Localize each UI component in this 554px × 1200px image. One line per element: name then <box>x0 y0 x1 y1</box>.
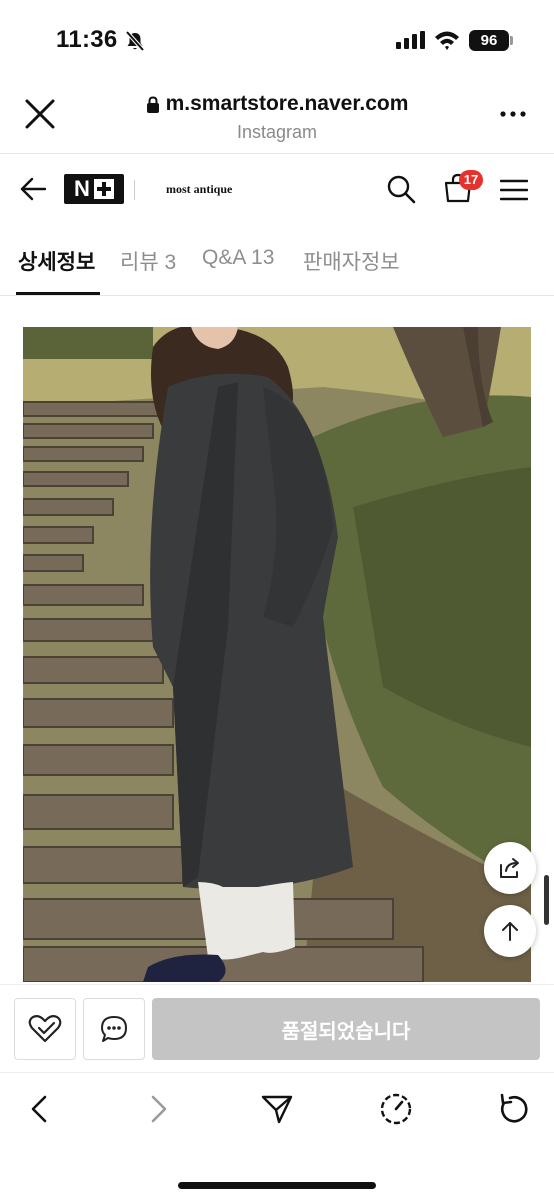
purchase-bar: 품절되었습니다 <box>0 984 554 1072</box>
tab-reviews[interactable]: 리뷰 3 <box>120 246 176 276</box>
header-divider <box>134 180 135 200</box>
product-photo-illustration <box>23 327 531 982</box>
cart-count-badge: 17 <box>459 170 483 190</box>
share-button[interactable] <box>484 842 536 894</box>
hamburger-menu-icon[interactable] <box>500 178 528 202</box>
product-photo <box>23 327 531 982</box>
store-name[interactable]: most antique <box>166 182 232 197</box>
status-time: 11:36 <box>56 26 118 53</box>
send-icon[interactable] <box>259 1091 295 1127</box>
product-tab-bar: 상세정보 리뷰 3 Q&A 13 판매자정보 <box>0 224 554 296</box>
share-icon <box>500 858 519 878</box>
naver-logo-letter: N <box>74 176 90 201</box>
tab-qna[interactable]: Q&A 13 <box>202 246 274 270</box>
battery-tip <box>510 36 513 45</box>
browser-bar: m.smartstore.naver.com Instagram <box>0 80 554 154</box>
plus-icon <box>93 179 114 199</box>
browser-back-icon[interactable] <box>22 1091 58 1127</box>
chat-bubble-icon <box>101 1016 127 1042</box>
talk-talk-button[interactable] <box>83 998 145 1060</box>
battery-indicator: 96 <box>469 30 509 51</box>
browser-forward-icon[interactable] <box>140 1091 176 1127</box>
back-arrow-icon[interactable] <box>18 174 48 204</box>
wishlist-button[interactable] <box>14 998 76 1060</box>
wifi-icon <box>435 31 459 50</box>
tab-seller-info[interactable]: 판매자정보 <box>303 246 400 276</box>
arrow-up-icon <box>502 922 518 941</box>
source-app-label: Instagram <box>236 121 318 142</box>
scrollbar[interactable] <box>544 875 549 925</box>
reload-icon[interactable] <box>496 1091 532 1127</box>
more-options-icon[interactable] <box>498 104 528 124</box>
url-text: m.smartstore.naver.com <box>165 92 409 115</box>
heart-check-icon <box>28 1015 62 1043</box>
active-tab-indicator <box>16 292 100 295</box>
browser-toolbar <box>0 1072 554 1200</box>
home-indicator[interactable] <box>178 1182 376 1189</box>
address-bar[interactable]: m.smartstore.naver.com Instagram <box>0 92 554 143</box>
page-speed-icon[interactable] <box>378 1091 414 1127</box>
lock-icon <box>146 95 159 113</box>
naver-plus-logo[interactable]: N <box>64 174 124 204</box>
sold-out-button[interactable]: 품절되었습니다 <box>152 998 540 1060</box>
tab-details[interactable]: 상세정보 <box>18 246 95 276</box>
scroll-to-top-button[interactable] <box>484 905 536 957</box>
status-bar: 11:36 96 <box>0 0 554 80</box>
bell-off-icon <box>125 30 145 52</box>
signal-icon <box>396 31 425 49</box>
search-icon[interactable] <box>386 174 416 204</box>
